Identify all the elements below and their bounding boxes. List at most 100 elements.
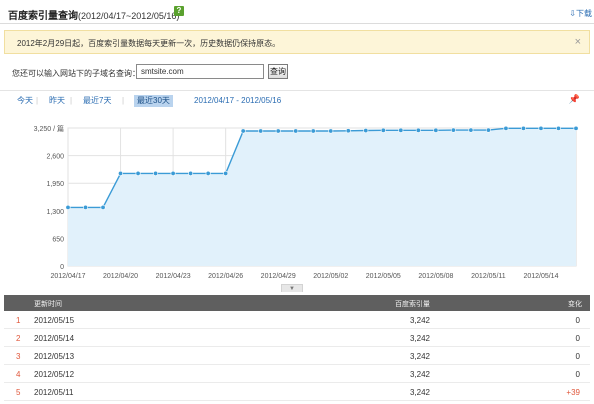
table-row: 4 2012/05/12 3,242 0 (4, 365, 590, 383)
chevron-down-icon[interactable]: ▼ (281, 284, 303, 292)
download-label: 下载 (576, 9, 592, 18)
data-point (485, 127, 491, 133)
row-index: 4 (16, 370, 21, 379)
y-tick-label: 1,950 (46, 181, 64, 188)
data-point (503, 125, 509, 131)
table-header: 更新时间 百度索引量 变化 (4, 295, 590, 311)
data-point (450, 127, 456, 133)
date-range-text: 2012/04/17 - 2012/05/16 (194, 96, 282, 105)
download-icon: ⇩ (569, 9, 576, 18)
row-change: 0 (575, 352, 580, 361)
data-point (275, 128, 281, 134)
data-point (65, 204, 71, 210)
table-row: 2 2012/05/14 3,242 0 (4, 329, 590, 347)
data-point (310, 128, 316, 134)
data-point (468, 127, 474, 133)
data-point (398, 127, 404, 133)
y-tick-label: 3,250 / 篇 (34, 124, 64, 133)
data-point (293, 128, 299, 134)
x-tick-label: 2012/05/02 (313, 273, 348, 280)
data-point (520, 125, 526, 131)
notice-banner: 2012年2月29日起，百度索引量数据每天更新一次，历史数据仍保持原态。 × (4, 30, 590, 54)
filter-separator: | (70, 96, 73, 105)
row-index: 3 (16, 352, 21, 361)
x-tick-label: 2012/04/17 (50, 273, 85, 280)
query-button[interactable]: 查询 (268, 64, 288, 79)
y-tick-label: 1,300 (46, 209, 64, 216)
data-point (380, 127, 386, 133)
index-table: 更新时间 百度索引量 变化 1 2012/05/15 3,242 0 2 2012/05/… (4, 295, 590, 401)
row-change: 0 (575, 316, 580, 325)
row-date: 2012/05/14 (34, 334, 75, 343)
x-tick-label: 2012/05/08 (418, 273, 453, 280)
table-row: 5 2012/05/11 3,242 +39 (4, 383, 590, 401)
index-chart-svg: 3,250 / 篇 2,600 1,950 1,300 650 0 2012/04/17 20… (34, 124, 579, 280)
data-point (573, 125, 579, 131)
download-link[interactable]: ⇩下载 (569, 8, 592, 19)
x-tick-label: 2012/05/11 (471, 273, 506, 280)
data-point (223, 170, 229, 176)
row-index-value: 3,242 (409, 334, 430, 343)
subdomain-input[interactable] (136, 64, 264, 79)
data-point (205, 170, 211, 176)
row-index-value: 3,242 (409, 370, 430, 379)
row-index: 2 (16, 334, 21, 343)
filter-separator: | (122, 96, 125, 105)
y-tick-label: 0 (60, 264, 64, 271)
data-point (328, 128, 334, 134)
filter-last-30-days[interactable]: 最近30天 (134, 95, 173, 107)
data-point (100, 204, 106, 210)
page-header: 百度索引量查询(2012/04/17~2012/05/16) ? ⇩下载 (0, 0, 594, 24)
data-point (415, 127, 421, 133)
row-index: 1 (16, 316, 21, 325)
x-tick-label: 2012/04/23 (156, 273, 191, 280)
row-index: 5 (16, 388, 21, 397)
data-point (538, 125, 544, 131)
data-point (433, 127, 439, 133)
page-title-text: 百度索引量查询 (8, 11, 78, 22)
pin-icon[interactable]: 📌 (569, 94, 580, 105)
data-point (83, 204, 89, 210)
index-chart: 3,250 / 篇 2,600 1,950 1,300 650 0 2012/04/17 20… (4, 114, 588, 292)
subdomain-label: 您还可以输入网站下的子域名查询： (12, 69, 140, 78)
date-filter-bar: 今天 | 昨天 | 最近7天 | 最近30天 2012/04/17 - 2012… (0, 90, 594, 110)
row-date: 2012/05/15 (34, 316, 75, 325)
row-date: 2012/05/13 (34, 352, 75, 361)
row-change: +39 (566, 388, 580, 397)
column-header-change: 变化 (568, 301, 582, 308)
data-point (135, 170, 141, 176)
y-tick-label: 650 (52, 236, 64, 243)
data-point (555, 125, 561, 131)
data-point (188, 170, 194, 176)
data-point (153, 170, 159, 176)
data-point (258, 128, 264, 134)
close-icon[interactable]: × (575, 36, 581, 48)
filter-yesterday[interactable]: 昨天 (46, 95, 68, 107)
filter-last-7-days[interactable]: 最近7天 (80, 95, 114, 107)
data-point (345, 128, 351, 134)
x-tick-label: 2012/05/14 (523, 273, 558, 280)
column-header-date: 更新时间 (34, 301, 62, 308)
row-date: 2012/05/11 (34, 388, 74, 397)
y-tick-label: 2,600 (46, 154, 64, 161)
help-icon[interactable]: ? (174, 6, 184, 16)
filter-today[interactable]: 今天 (14, 95, 36, 107)
table-row: 3 2012/05/13 3,242 0 (4, 347, 590, 365)
row-index-value: 3,242 (409, 388, 430, 397)
column-header-index: 百度索引量 (395, 301, 430, 308)
data-point (118, 170, 124, 176)
data-point (170, 170, 176, 176)
x-tick-label: 2012/04/20 (103, 273, 138, 280)
page-title: 百度索引量查询(2012/04/17~2012/05/16) (8, 7, 179, 22)
data-point (363, 128, 369, 134)
row-index-value: 3,242 (409, 316, 430, 325)
notice-text: 2012年2月29日起，百度索引量数据每天更新一次，历史数据仍保持原态。 (17, 39, 281, 48)
table-row: 1 2012/05/15 3,242 0 (4, 311, 590, 329)
filter-separator: | (36, 96, 39, 105)
page-title-range: (2012/04/17~2012/05/16) (78, 11, 180, 21)
x-tick-label: 2012/04/26 (208, 273, 243, 280)
row-date: 2012/05/12 (34, 370, 75, 379)
x-tick-label: 2012/05/05 (366, 273, 401, 280)
data-point (240, 128, 246, 134)
row-change: 0 (575, 334, 580, 343)
